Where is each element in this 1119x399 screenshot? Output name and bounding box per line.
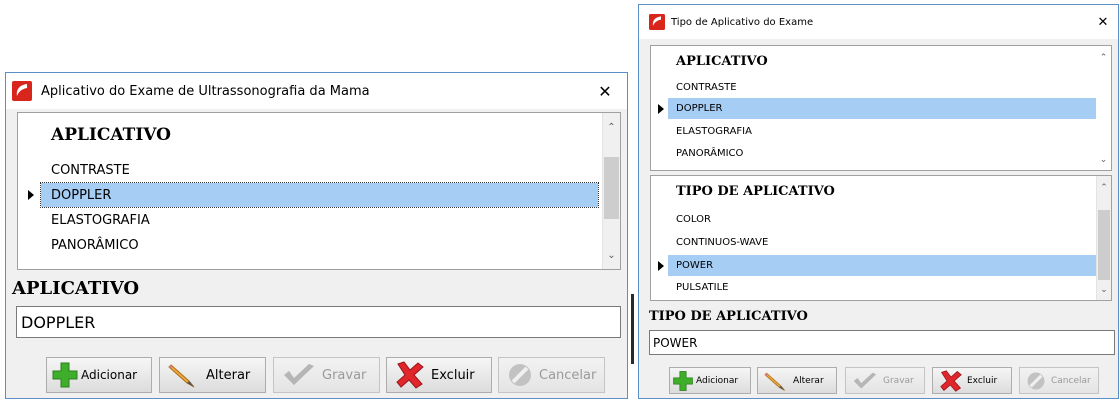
vertical-scrollbar[interactable]: ⌃ ⌄ — [602, 113, 620, 269]
grid-row[interactable]: CONTRASTE — [651, 77, 1097, 98]
vertical-scrollbar[interactable]: ⌃ ⌄ — [1096, 46, 1111, 170]
aplicativo-grid[interactable]: APLICATIVO CONTRASTE DOPPLER ELASTOGRAFI… — [17, 112, 621, 270]
title-bar[interactable]: Tipo de Aplicativo do Exame ✕ — [639, 5, 1118, 39]
grid-cell: PANORÂMICO — [51, 237, 139, 253]
grid-cell: ELASTOGRAFIA — [51, 212, 150, 228]
alterar-button[interactable]: Alterar — [757, 367, 837, 394]
grid-row[interactable]: PANORÂMICO — [651, 143, 1097, 164]
tipo-aplicativo-input[interactable]: POWER — [649, 330, 1115, 355]
cancelar-button[interactable]: Cancelar — [498, 357, 605, 393]
button-label: Alterar — [206, 367, 251, 383]
pencil-icon — [764, 370, 788, 392]
button-label: Excluir — [967, 375, 998, 386]
app-logo-icon — [649, 14, 665, 30]
grid-row[interactable]: COLOR — [651, 209, 1097, 230]
pencil-icon — [168, 361, 198, 389]
cancel-icon — [507, 362, 533, 388]
button-label: Gravar — [883, 375, 914, 386]
grid-header-aplicativo: APLICATIVO — [676, 54, 768, 69]
gravar-button[interactable]: Gravar — [845, 367, 925, 394]
grid-cell: PULSATILE — [676, 282, 729, 293]
grid-row[interactable]: ELASTOGRAFIA — [651, 121, 1097, 142]
grid-row[interactable]: PANORÂMICO — [18, 233, 602, 257]
divider — [631, 294, 634, 364]
grid-cell: CONTINUOS-WAVE — [676, 237, 769, 248]
add-icon — [51, 361, 79, 389]
scroll-down-icon[interactable]: ⌄ — [1096, 154, 1111, 166]
close-button[interactable]: ✕ — [1088, 5, 1118, 39]
grid-cell: ELASTOGRAFIA — [676, 126, 752, 137]
row-pointer-icon — [658, 104, 664, 114]
aplicativo-input[interactable]: DOPPLER — [16, 306, 621, 338]
window-right: Tipo de Aplicativo do Exame ✕ APLICATIVO… — [638, 4, 1119, 399]
cancelar-button[interactable]: Cancelar — [1019, 367, 1099, 394]
grid-row[interactable]: CONTRASTE — [18, 158, 602, 182]
app-logo-icon — [12, 81, 32, 101]
title-bar[interactable]: Aplicativo do Exame de Ultrassonografia … — [6, 73, 627, 109]
grid-header-aplicativo: APLICATIVO — [51, 125, 171, 145]
row-pointer-icon — [28, 190, 34, 200]
scrollbar-thumb[interactable] — [604, 157, 619, 219]
grid-row[interactable]: PULSATILE — [651, 277, 1097, 298]
row-pointer-icon — [658, 261, 664, 271]
scroll-up-icon[interactable]: ⌃ — [1097, 182, 1111, 194]
grid-cell: DOPPLER — [668, 98, 1097, 119]
cancel-icon — [1026, 371, 1046, 391]
excluir-button[interactable]: Excluir — [932, 367, 1012, 394]
grid-cell: POWER — [668, 255, 1097, 276]
button-label: Adicionar — [81, 368, 138, 382]
delete-x-icon — [395, 361, 425, 389]
grid-row[interactable]: ELASTOGRAFIA — [18, 208, 602, 232]
button-label: Adicionar — [696, 375, 739, 386]
excluir-button[interactable]: Excluir — [386, 357, 492, 393]
window-title: Tipo de Aplicativo do Exame — [671, 16, 814, 28]
delete-x-icon — [939, 369, 963, 392]
field-label: APLICATIVO — [12, 278, 140, 299]
grid-row-selected[interactable]: DOPPLER — [651, 98, 1097, 119]
window-title: Aplicativo do Exame de Ultrassonografia … — [41, 83, 370, 99]
adicionar-button[interactable]: Adicionar — [669, 367, 751, 394]
grid-row-selected[interactable]: DOPPLER — [18, 182, 602, 208]
grid-cell: PANORÂMICO — [676, 148, 744, 159]
close-button[interactable]: ✕ — [583, 73, 627, 109]
grid-cell: DOPPLER — [40, 182, 599, 208]
grid-cell: CONTRASTE — [676, 82, 737, 93]
grid-cell: COLOR — [676, 214, 711, 225]
button-label: Alterar — [793, 375, 824, 386]
checkmark-icon — [282, 363, 316, 387]
button-label: Cancelar — [539, 367, 597, 383]
scrollbar-thumb[interactable] — [1098, 210, 1110, 280]
scroll-down-icon[interactable]: ⌄ — [1097, 284, 1111, 296]
vertical-scrollbar[interactable]: ⌃ ⌄ — [1096, 176, 1111, 300]
button-label: Cancelar — [1051, 375, 1091, 386]
button-label: Excluir — [431, 367, 475, 383]
grid-row[interactable]: CONTINUOS-WAVE — [651, 232, 1097, 253]
add-icon — [672, 370, 694, 392]
grid-header-tipo-aplicativo: TIPO DE APLICATIVO — [676, 184, 835, 199]
alterar-button[interactable]: Alterar — [159, 357, 266, 393]
button-label: Gravar — [322, 367, 367, 383]
grid-cell: CONTRASTE — [51, 162, 130, 178]
aplicativo-grid[interactable]: APLICATIVO CONTRASTE DOPPLER ELASTOGRAFI… — [650, 45, 1112, 171]
scroll-down-icon[interactable]: ⌄ — [603, 247, 620, 263]
tipo-aplicativo-grid[interactable]: TIPO DE APLICATIVO COLOR CONTINUOS-WAVE … — [650, 175, 1112, 301]
scroll-up-icon[interactable]: ⌃ — [1096, 52, 1111, 64]
gravar-button[interactable]: Gravar — [273, 357, 380, 393]
field-label: TIPO DE APLICATIVO — [649, 309, 808, 324]
adicionar-button[interactable]: Adicionar — [46, 357, 152, 393]
grid-row-selected[interactable]: POWER — [651, 255, 1097, 276]
window-left: Aplicativo do Exame de Ultrassonografia … — [5, 72, 628, 399]
checkmark-icon — [852, 372, 878, 390]
scroll-up-icon[interactable]: ⌃ — [603, 119, 620, 135]
